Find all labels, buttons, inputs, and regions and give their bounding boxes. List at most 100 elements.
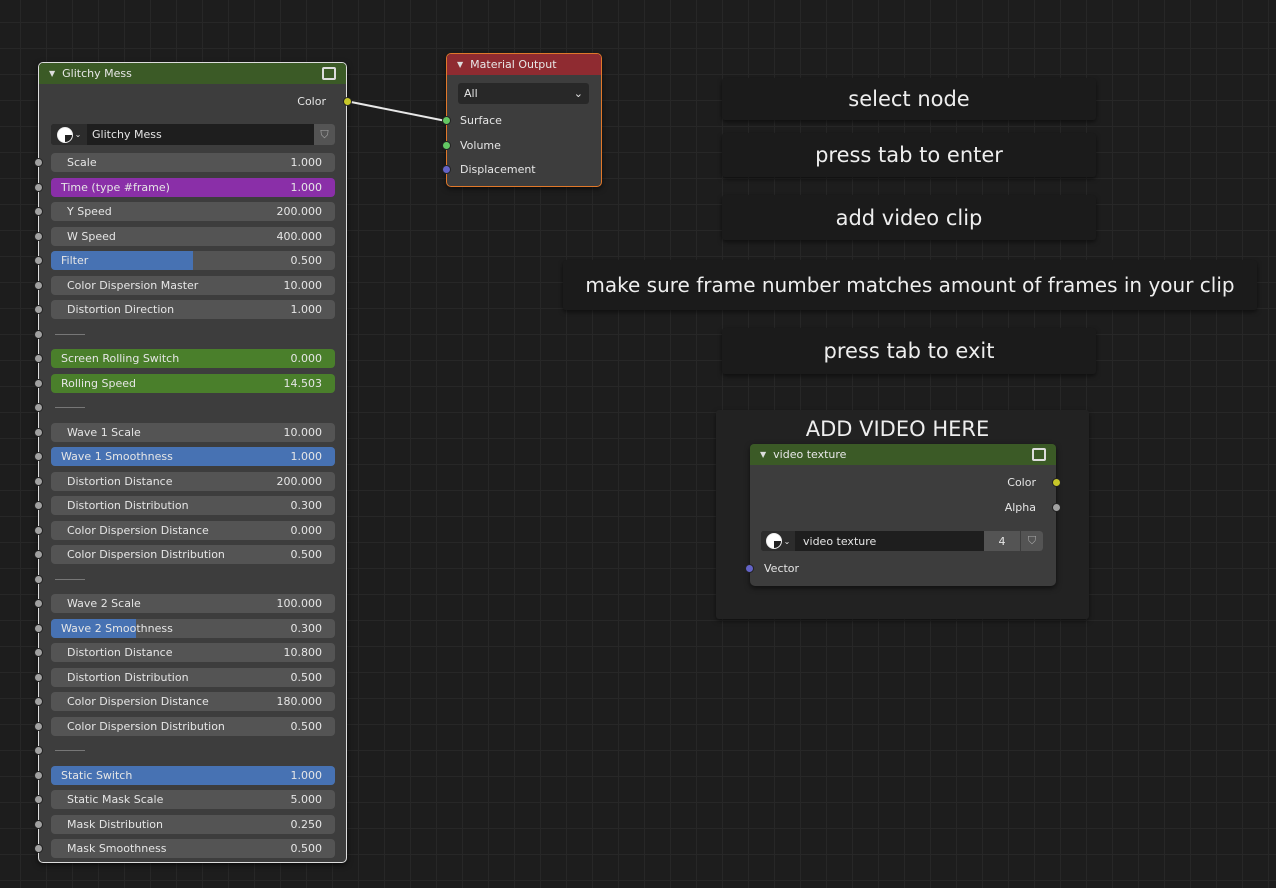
input-field[interactable]: Wave 2 Scale 100.000 (51, 594, 335, 613)
vector-label: Vector (764, 562, 800, 575)
output-alpha-socket[interactable] (1052, 503, 1061, 512)
node-header[interactable]: ▼ Material Output (447, 54, 601, 75)
input-field[interactable]: Mask Distribution 0.250 (51, 814, 335, 834)
input-field[interactable]: Screen Rolling Switch 0.000 (51, 349, 335, 368)
input-socket[interactable] (34, 697, 43, 706)
input-field[interactable]: Distortion Distribution 0.300 (51, 496, 335, 515)
node-tree-browse-button[interactable]: ⌄ (51, 124, 87, 145)
field-value: 1.000 (290, 768, 323, 782)
output-color-socket[interactable] (343, 97, 352, 106)
separator (55, 333, 85, 335)
input-socket[interactable] (34, 525, 43, 535)
field-label: Time (type #frame) (61, 180, 170, 194)
fake-user-shield-button[interactable]: ⛉ (1020, 531, 1043, 551)
target-dropdown[interactable]: All ⌄ (458, 83, 589, 104)
vector-socket[interactable] (745, 564, 754, 573)
field-value: 200.000 (276, 205, 323, 218)
note-press-tab-enter[interactable]: press tab to enter (722, 133, 1096, 177)
field-value: 200.000 (276, 474, 323, 488)
input-socket[interactable] (34, 427, 43, 437)
node-tree-browse-button[interactable]: ⌄ (761, 531, 795, 551)
input-socket[interactable] (34, 476, 43, 486)
glitchy-mess-node[interactable]: ▼ Glitchy Mess Color ⌄ Glitchy Mess ⛉ Sc… (34, 62, 352, 863)
input-socket[interactable] (34, 501, 43, 510)
volume-socket[interactable] (442, 141, 451, 150)
input-field[interactable]: Color Dispersion Master 10.000 (51, 275, 335, 295)
datablock-selector[interactable]: ⌄ video texture 4 ⛉ (761, 531, 1043, 551)
datablock-name-field[interactable]: video texture (803, 535, 984, 548)
input-field[interactable]: Distortion Distribution 0.500 (51, 667, 335, 687)
input-field[interactable]: Y Speed 200.000 (51, 202, 335, 221)
input-socket[interactable] (34, 452, 43, 461)
input-field[interactable]: Scale 1.000 (51, 153, 335, 172)
collapse-icon[interactable]: ▼ (457, 60, 463, 69)
output-color-socket[interactable] (1052, 478, 1061, 487)
collapse-icon[interactable]: ▼ (49, 69, 55, 78)
input-field[interactable]: Time (type #frame) 1.000 (51, 177, 335, 197)
input-socket[interactable] (34, 256, 43, 265)
separator (55, 750, 85, 751)
input-field[interactable]: W Speed 400.000 (51, 226, 335, 246)
datablock-name-field[interactable]: Glitchy Mess (92, 128, 314, 141)
input-field[interactable]: Distortion Direction 1.000 (51, 300, 335, 319)
surface-socket[interactable] (442, 116, 451, 125)
input-socket[interactable] (34, 378, 43, 388)
node-header[interactable]: ▼ Glitchy Mess (39, 63, 346, 84)
displacement-socket[interactable] (442, 165, 451, 174)
input-field[interactable]: Filter 0.500 (51, 251, 335, 270)
input-socket[interactable] (34, 158, 43, 167)
input-field[interactable]: Color Dispersion Distance 0.000 (51, 520, 335, 540)
datablock-selector[interactable]: ⌄ Glitchy Mess ⛉ (51, 124, 335, 145)
field-value: 0.250 (290, 817, 323, 831)
node-header[interactable]: ▼ video texture (750, 444, 1056, 465)
field-value: 100.000 (276, 597, 323, 610)
input-socket[interactable] (34, 354, 43, 363)
collapse-icon[interactable]: ▼ (760, 450, 766, 459)
input-socket[interactable] (34, 329, 43, 339)
input-field[interactable]: Static Mask Scale 5.000 (51, 790, 335, 809)
note-add-video-clip[interactable]: add video clip (722, 195, 1096, 240)
input-socket[interactable] (34, 305, 43, 314)
input-field[interactable]: Color Dispersion Distance 180.000 (51, 692, 335, 711)
input-socket[interactable] (34, 795, 43, 804)
input-socket[interactable] (34, 770, 43, 780)
input-socket[interactable] (34, 844, 43, 853)
field-label: Distortion Distance (67, 646, 173, 659)
user-count-button[interactable]: 4 (984, 531, 1020, 551)
input-field[interactable]: Distortion Distance 200.000 (51, 471, 335, 491)
input-field[interactable]: Wave 2 Smoothness 0.300 (51, 618, 335, 638)
input-field[interactable]: Color Dispersion Distribution 0.500 (51, 716, 335, 736)
note-press-tab-exit[interactable]: press tab to exit (722, 328, 1096, 374)
input-socket[interactable] (34, 672, 43, 682)
input-socket[interactable] (34, 599, 43, 608)
input-socket[interactable] (34, 819, 43, 829)
field-label: Y Speed (67, 205, 112, 218)
input-socket[interactable] (34, 574, 43, 584)
node-group-icon[interactable] (1032, 448, 1046, 461)
input-socket[interactable] (34, 207, 43, 216)
input-socket[interactable] (34, 648, 43, 657)
input-field[interactable]: Distortion Distance 10.800 (51, 643, 335, 662)
material-output-node[interactable]: ▼ Material Output All ⌄ Surface Volume Di… (442, 53, 602, 187)
input-socket[interactable] (34, 623, 43, 633)
input-field[interactable]: Color Dispersion Distribution 0.500 (51, 545, 335, 564)
input-field[interactable]: Rolling Speed 14.503 (51, 373, 335, 393)
field-label: Mask Smoothness (67, 842, 167, 855)
note-frame-number[interactable]: make sure frame number matches amount of… (563, 260, 1257, 310)
input-field[interactable]: Static Switch 1.000 (51, 765, 335, 785)
node-group-icon[interactable] (322, 67, 336, 80)
note-select-node[interactable]: select node (722, 78, 1096, 120)
fake-user-shield-button[interactable]: ⛉ (314, 124, 335, 145)
input-socket[interactable] (34, 403, 43, 412)
input-socket[interactable] (34, 550, 43, 559)
input-socket[interactable] (34, 746, 43, 755)
input-field[interactable]: Wave 1 Smoothness 1.000 (51, 447, 335, 466)
input-socket[interactable] (34, 280, 43, 290)
input-socket[interactable] (34, 231, 43, 241)
input-field[interactable]: Wave 1 Scale 10.000 (51, 422, 335, 442)
input-socket[interactable] (34, 182, 43, 192)
input-field[interactable]: Mask Smoothness 0.500 (51, 839, 335, 858)
video-texture-node[interactable]: ▼ video texture Color Alpha ⌄ video text… (745, 444, 1061, 586)
input-socket[interactable] (34, 721, 43, 731)
field-label: Color Dispersion Distribution (67, 719, 225, 733)
